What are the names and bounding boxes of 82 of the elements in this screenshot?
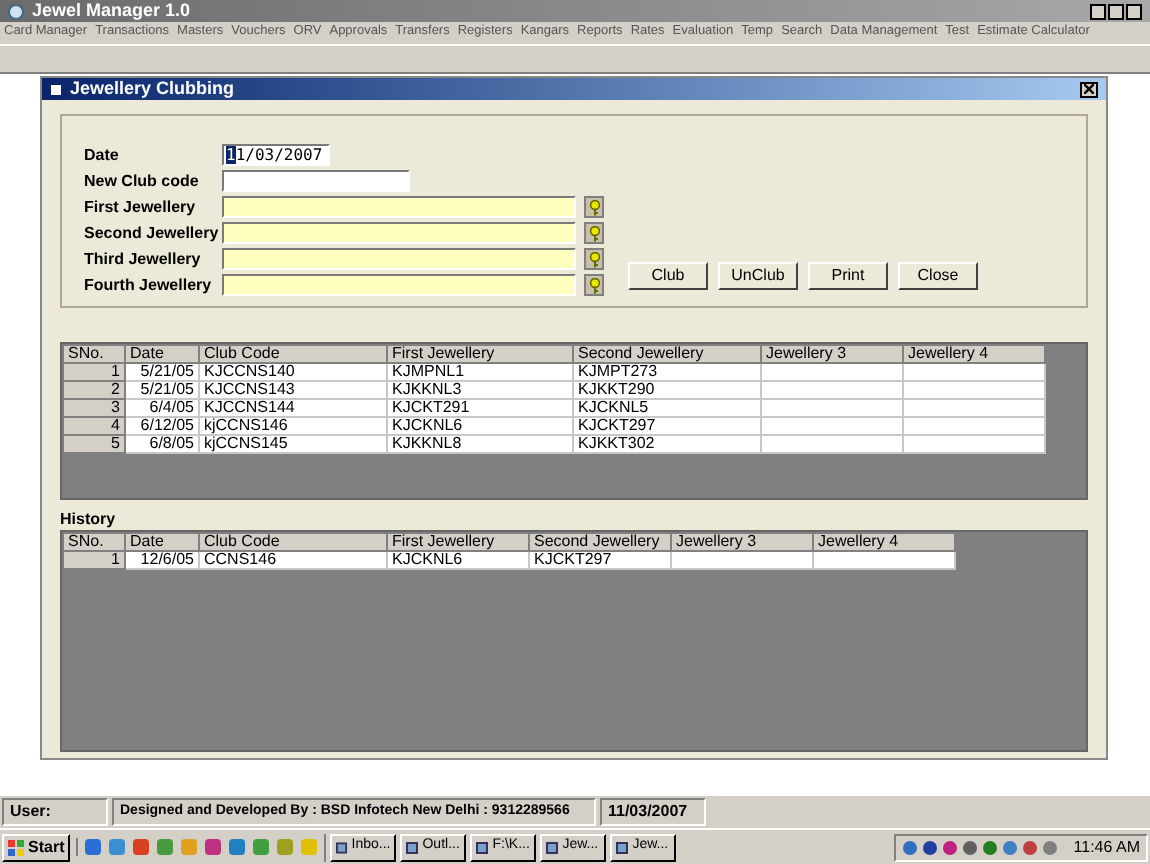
- start-button[interactable]: Start: [2, 833, 71, 861]
- key-icon: [587, 199, 601, 215]
- table-cell: KJKKNL3: [387, 381, 573, 399]
- action-button[interactable]: UnClub: [718, 262, 798, 290]
- field-label: First Jewellery: [84, 195, 198, 219]
- input-field[interactable]: [222, 222, 576, 244]
- table-cell: KJMPNL1: [387, 363, 573, 381]
- input-field[interactable]: [222, 248, 576, 270]
- windows-logo-icon: [8, 839, 24, 855]
- window-icon: [546, 841, 559, 853]
- window-icon: [476, 841, 489, 853]
- field-label: Third Jewellery: [84, 247, 203, 271]
- table-cell: KJKKT290: [573, 381, 761, 399]
- column-header[interactable]: Club Code: [199, 533, 387, 551]
- table-cell: 6/4/05: [125, 399, 199, 417]
- window-icon: [616, 841, 629, 853]
- column-header[interactable]: First Jewellery: [387, 345, 573, 363]
- lookup-button[interactable]: [584, 248, 604, 270]
- column-header[interactable]: Jewellery 3: [671, 533, 813, 551]
- column-header[interactable]: Club Code: [199, 345, 387, 363]
- close-button[interactable]: [1080, 81, 1098, 97]
- close-icon: [1084, 84, 1094, 94]
- lookup-button[interactable]: [584, 274, 604, 296]
- table-cell: KJCKT297: [573, 417, 761, 435]
- field-label: Fourth Jewellery: [84, 273, 214, 297]
- restore-button[interactable]: [1108, 3, 1124, 19]
- table-cell: 6/8/05: [125, 435, 199, 453]
- minimize-button[interactable]: [1090, 3, 1106, 19]
- dialog-title: Jewellery Clubbing: [70, 80, 235, 98]
- window-icon: [336, 841, 348, 853]
- table-cell: 5/21/05: [125, 381, 199, 399]
- clock: 11:46 AM: [1073, 835, 1140, 859]
- table-cell: KJCCNS143: [199, 381, 387, 399]
- action-button[interactable]: Print: [808, 262, 888, 290]
- column-header[interactable]: Jewellery 3: [761, 345, 903, 363]
- table-cell: 12/6/05: [125, 551, 199, 569]
- lookup-button[interactable]: [584, 222, 604, 244]
- column-header[interactable]: Date: [125, 533, 199, 551]
- key-icon: [587, 277, 601, 293]
- app-icon: [8, 3, 24, 19]
- column-header[interactable]: Date: [125, 345, 199, 363]
- key-icon: [587, 225, 601, 241]
- input-field[interactable]: [222, 170, 410, 192]
- field-label: Second Jewellery: [84, 221, 221, 245]
- table-cell: 6/12/05: [125, 417, 199, 435]
- section-label: History: [60, 510, 118, 530]
- table-cell: kjCCNS145: [199, 435, 387, 453]
- table-cell: KJCKNL6: [387, 551, 529, 569]
- status-user: User:: [2, 798, 108, 826]
- table-cell: KJCKNL5: [573, 399, 761, 417]
- table-cell: KJCKT297: [529, 551, 671, 569]
- window-icon: [50, 83, 62, 95]
- table-cell: KJKKT302: [573, 435, 761, 453]
- column-header[interactable]: SNo.: [63, 345, 125, 363]
- column-header[interactable]: SNo.: [63, 533, 125, 551]
- action-button[interactable]: Close: [898, 262, 978, 290]
- action-button[interactable]: Club: [628, 262, 708, 290]
- column-header[interactable]: Jewellery 4: [813, 533, 955, 551]
- table-cell: KJCCNS144: [199, 399, 387, 417]
- column-header[interactable]: Jewellery 4: [903, 345, 1045, 363]
- app-title: Jewel Manager 1.0: [32, 2, 191, 20]
- table-cell: KJKKNL8: [387, 435, 573, 453]
- key-icon: [587, 251, 601, 267]
- status-date: 11/03/2007: [600, 798, 706, 826]
- table-cell: KJCKT291: [387, 399, 573, 417]
- column-header[interactable]: First Jewellery: [387, 533, 529, 551]
- input-field[interactable]: [222, 274, 576, 296]
- table-cell: CCNS146: [199, 551, 387, 569]
- close-button[interactable]: [1126, 3, 1142, 19]
- column-header[interactable]: Second Jewellery: [529, 533, 671, 551]
- table-cell: 5/21/05: [125, 363, 199, 381]
- table-cell: KJCCNS140: [199, 363, 387, 381]
- lookup-button[interactable]: [584, 196, 604, 218]
- table-cell: kjCCNS146: [199, 417, 387, 435]
- input-field[interactable]: [222, 196, 576, 218]
- field-label: Date: [84, 143, 121, 167]
- column-header[interactable]: Second Jewellery: [573, 345, 761, 363]
- table-cell: KJMPT273: [573, 363, 761, 381]
- table-cell: KJCKNL6: [387, 417, 573, 435]
- date-field[interactable]: 11/03/2007: [222, 144, 330, 166]
- window-icon: [406, 841, 419, 853]
- field-label: New Club code: [84, 169, 201, 193]
